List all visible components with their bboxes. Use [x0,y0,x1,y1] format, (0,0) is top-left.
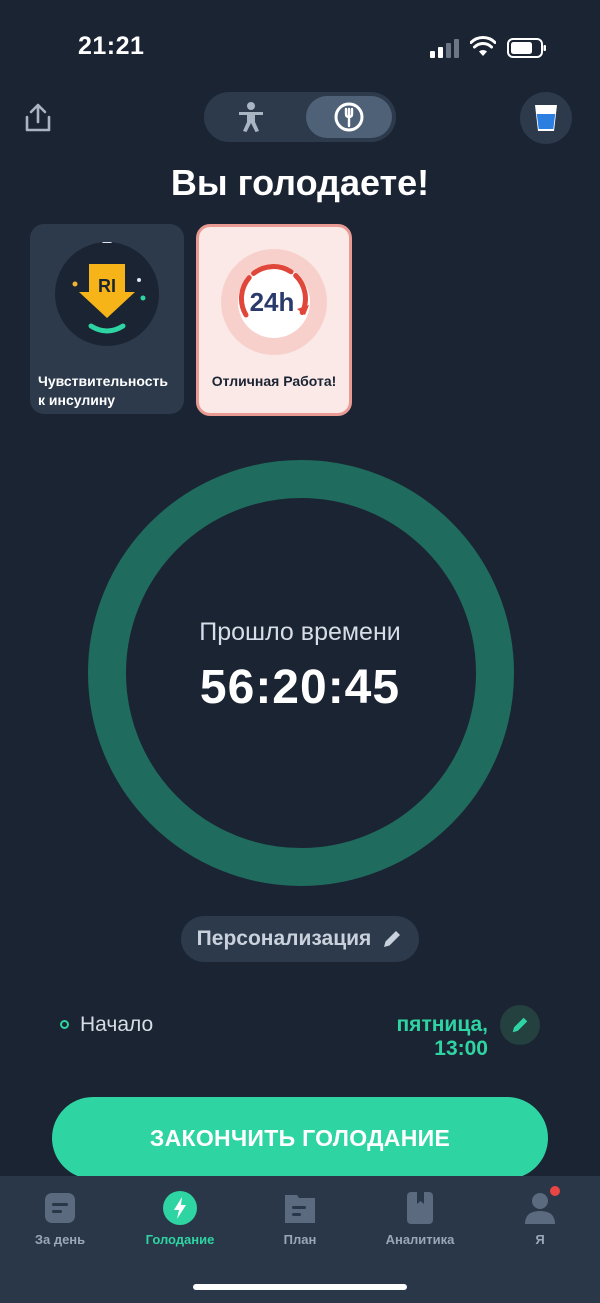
start-indicator-dot [60,1020,69,1029]
tab-me[interactable]: Я [480,1190,600,1260]
tab-plan-label: План [283,1232,317,1247]
share-icon [25,103,51,132]
insulin-sensitivity-card[interactable]: RI Чувствительность к инсулину [30,224,184,414]
start-label: Начало [80,1013,154,1036]
notification-badge [550,1186,560,1196]
elapsed-time-label: Прошло времени [199,618,401,646]
elapsed-time-value: 56:20:45 [199,661,401,714]
tab-fasting-label: Голодание [145,1232,215,1247]
wifi-icon [470,36,496,56]
end-fasting-button[interactable]: ЗАКОНЧИТЬ ГОЛОДАНИЕ [52,1097,548,1179]
tab-analytics[interactable]: Аналитика [360,1190,480,1260]
tab-fasting[interactable]: Голодание [120,1190,240,1260]
personalization-label: Персонализация [196,927,372,950]
pencil-icon [384,931,401,947]
mode-activity-button[interactable] [208,96,294,138]
insulin-badge-text: RI [98,276,116,296]
cellular-signal-icon [430,39,459,58]
page-title: Вы голодаете! [170,162,430,203]
tab-plan[interactable]: План [240,1190,360,1260]
pencil-icon [512,1017,528,1033]
share-button[interactable] [18,98,58,138]
24h-badge-text: 24h [250,287,295,317]
insulin-card-label: Чувствительность к инсулину [38,373,168,408]
home-indicator [193,1284,407,1290]
tab-day-label: За день [34,1232,86,1247]
24h-clock-icon: 24h [221,249,327,355]
tab-day[interactable]: За день [0,1190,120,1260]
profile-icon [525,1193,555,1224]
day-note-icon [45,1193,75,1223]
insulin-arrow-icon: RI [55,240,159,346]
person-icon [239,102,263,132]
plate-fork-icon [334,102,364,132]
book-icon [407,1192,433,1224]
water-glass-icon [535,105,557,131]
water-button[interactable] [520,92,572,144]
personalization-button[interactable]: Персонализация [181,916,419,962]
end-fasting-label: ЗАКОНЧИТЬ ГОЛОДАНИЕ [149,1124,451,1151]
plan-folder-icon [285,1195,315,1223]
edit-start-button[interactable] [500,1005,540,1045]
great-job-card[interactable]: 24h Отличная Работа! [196,224,352,416]
start-time-value[interactable]: пятница, 13:00 [340,1013,489,1061]
lightning-icon [163,1191,197,1225]
tab-analytics-label: Аналитика [385,1232,455,1247]
mode-toggle [204,92,396,142]
mode-fasting-button[interactable] [306,96,392,138]
tab-me-label: Я [535,1232,545,1247]
status-time: 21:21 [78,32,145,60]
battery-icon [507,38,546,58]
great-job-card-label: Отличная Работа! [211,373,337,389]
